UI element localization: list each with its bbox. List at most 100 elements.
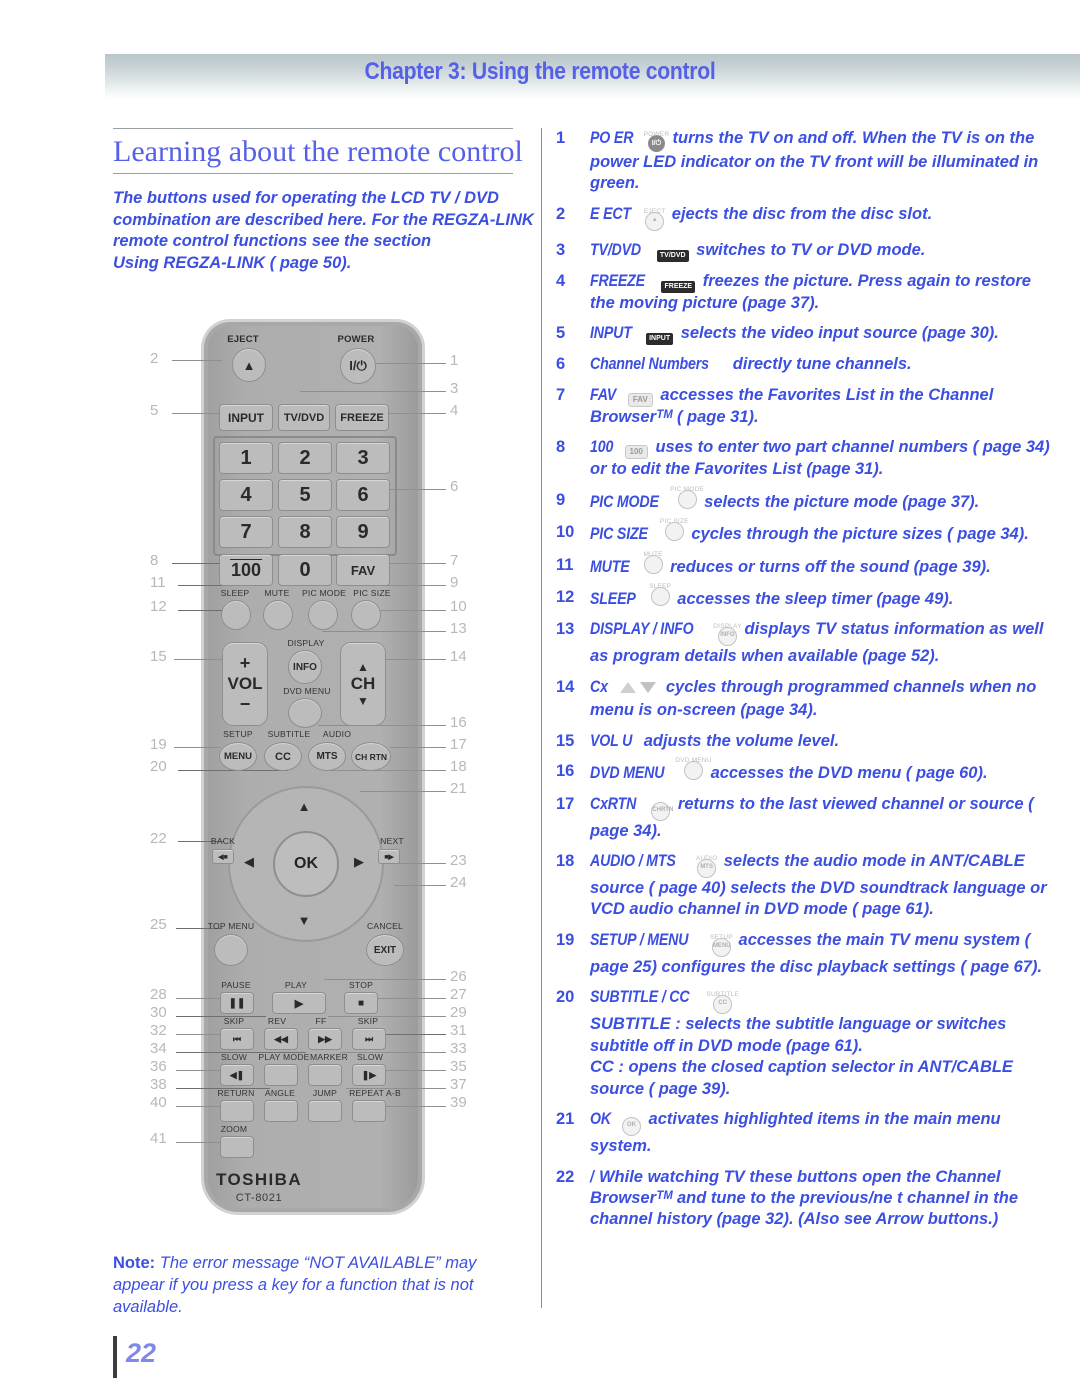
digit-3-button[interactable]: 3	[336, 442, 390, 474]
slow-left-label: SLOW	[220, 1052, 248, 1062]
digit-6-button[interactable]: 6	[336, 479, 390, 511]
ff-label: FF	[315, 1016, 327, 1026]
slow-forward-button[interactable]: ❚▶	[352, 1064, 386, 1086]
list-item-number: 10	[556, 523, 575, 542]
menu-button[interactable]: MENU	[219, 742, 257, 771]
list-item-keyword: TV/DVD	[590, 240, 642, 259]
dpad-down-button[interactable]: ▼	[286, 910, 322, 930]
chip-superscript-label: PIC SIZE	[659, 518, 689, 526]
digit-1-button[interactable]: 1	[219, 442, 273, 474]
skip-back-button[interactable]: ⏮	[220, 1028, 254, 1050]
back-icon[interactable]: ◀■	[212, 849, 234, 864]
digit-7-button[interactable]: 7	[219, 516, 273, 548]
mute-button[interactable]	[263, 600, 293, 630]
mts-button[interactable]: MTS	[308, 742, 346, 771]
chip-superscript-label: DVD MENU	[675, 757, 712, 765]
column-divider	[541, 128, 542, 1308]
play-mode-button[interactable]	[264, 1064, 298, 1086]
digit-0-button[interactable]: 0	[278, 554, 332, 586]
ok-button[interactable]: OK	[273, 831, 339, 897]
pause-button[interactable]: ❚❚	[220, 992, 254, 1014]
callout-left-2: 2	[150, 350, 159, 367]
stop-button[interactable]: ■	[344, 992, 378, 1014]
rewind-button[interactable]: ◀◀	[264, 1028, 298, 1050]
return-button[interactable]	[220, 1100, 254, 1122]
list-item: 15 VOL U adjusts the volume level.	[556, 731, 1056, 752]
callout-left-15: 15	[150, 648, 167, 665]
play-button[interactable]: ▶	[272, 992, 326, 1014]
digit-2-button[interactable]: 2	[278, 442, 332, 474]
exit-button[interactable]: EXIT	[366, 934, 404, 966]
return-label: RETURN	[217, 1088, 255, 1098]
list-item-number: 4	[556, 271, 566, 290]
digit-5-button[interactable]: 5	[278, 479, 332, 511]
callout-right-21: 21	[450, 780, 467, 797]
power-button[interactable]: I/⏻	[340, 348, 376, 384]
hundred-button[interactable]: 100	[219, 554, 273, 586]
callout-right-39: 39	[450, 1094, 467, 1111]
heading-rule-bottom	[113, 172, 513, 174]
display-label: DISPLAY	[287, 638, 325, 648]
chip-superscript-label: EJECT	[643, 207, 666, 215]
freeze-chip: FREEZE	[661, 280, 696, 293]
list-item-number: 1	[556, 129, 566, 147]
pic-mode-label: PIC MODE	[301, 588, 347, 598]
note-label: Note:	[113, 1254, 156, 1272]
slow-reverse-button[interactable]: ◀❚	[220, 1064, 254, 1086]
volume-rocker[interactable]: + VOL −	[222, 642, 268, 726]
channel-rocker[interactable]: ▲ CH ▼	[340, 642, 386, 726]
cc-button[interactable]: CC	[264, 742, 302, 771]
dpad-left-button[interactable]: ◀	[238, 851, 260, 873]
zoom-button[interactable]	[220, 1136, 254, 1158]
top-menu-button[interactable]	[214, 934, 248, 966]
digit-9-button[interactable]: 9	[336, 516, 390, 548]
channel-down-icon	[640, 681, 657, 693]
fast-forward-button[interactable]: ▶▶	[308, 1028, 342, 1050]
pic-mode-button[interactable]	[308, 600, 338, 630]
ch-return-button[interactable]: CH RTN	[351, 742, 391, 771]
callout-left-5: 5	[150, 402, 159, 419]
callout-right-3: 3	[450, 380, 459, 397]
angle-button[interactable]	[264, 1100, 298, 1122]
list-item-text: adjusts the volume level.	[643, 731, 840, 750]
callout-left-41: 41	[150, 1130, 167, 1147]
sleep-button[interactable]	[221, 600, 251, 630]
chip-superscript-label: SETUP	[710, 933, 733, 941]
tv-dvd-button[interactable]: TV/DVD	[278, 404, 330, 431]
callout-left-25: 25	[150, 916, 167, 933]
back-label: BACK	[210, 836, 236, 846]
list-item-text: freezes the picture. Press again to rest…	[590, 271, 1031, 312]
list-item: 10 PIC SIZE PIC SIZE cycles through the p…	[556, 518, 1056, 545]
repeat-ab-label: REPEAT A-B	[349, 1088, 401, 1098]
next-icon[interactable]: ■▶	[378, 849, 400, 864]
pic-mode-button: PIC MODE	[670, 486, 704, 509]
marker-button[interactable]	[308, 1064, 342, 1086]
chip-superscript-label: MUTE	[643, 550, 663, 558]
input-button[interactable]: INPUT	[219, 404, 273, 431]
digit-4-button[interactable]: 4	[219, 479, 273, 511]
play-label: PLAY	[284, 980, 308, 990]
list-item-keyword: PO ER	[590, 129, 634, 147]
list-item-text: accesses the sleep timer (page 49).	[672, 589, 954, 608]
info-button[interactable]: INFO	[288, 650, 322, 684]
dpad-up-button[interactable]: ▲	[286, 796, 322, 816]
fav-button[interactable]: FAV	[336, 554, 390, 586]
dpad-right-button[interactable]: ▶	[348, 851, 370, 873]
hundred-label: 100	[229, 559, 263, 580]
pic-size-button[interactable]	[351, 600, 381, 630]
jump-button[interactable]	[308, 1100, 342, 1122]
list-item-number: 3	[556, 240, 566, 259]
dvd-menu-button[interactable]	[288, 698, 322, 728]
list-item-keyword: DISPLAY / INFO	[590, 620, 694, 639]
digit-8-button[interactable]: 8	[278, 516, 332, 548]
chip-label: OK	[626, 1122, 636, 1129]
list-item-keyword: FAV	[590, 385, 617, 404]
freeze-button[interactable]: FREEZE	[335, 404, 389, 431]
chip-label: 100	[629, 447, 643, 457]
repeat-ab-button[interactable]	[352, 1100, 386, 1122]
subtitle-cc-button: CC SUBTITLE	[706, 991, 739, 1015]
skip-forward-button[interactable]: ⏭	[352, 1028, 386, 1050]
list-item: 22 / While watching TV these buttons ope…	[556, 1167, 1056, 1231]
list-item-number: 22	[556, 1167, 575, 1186]
eject-button[interactable]: ▲	[232, 348, 266, 382]
